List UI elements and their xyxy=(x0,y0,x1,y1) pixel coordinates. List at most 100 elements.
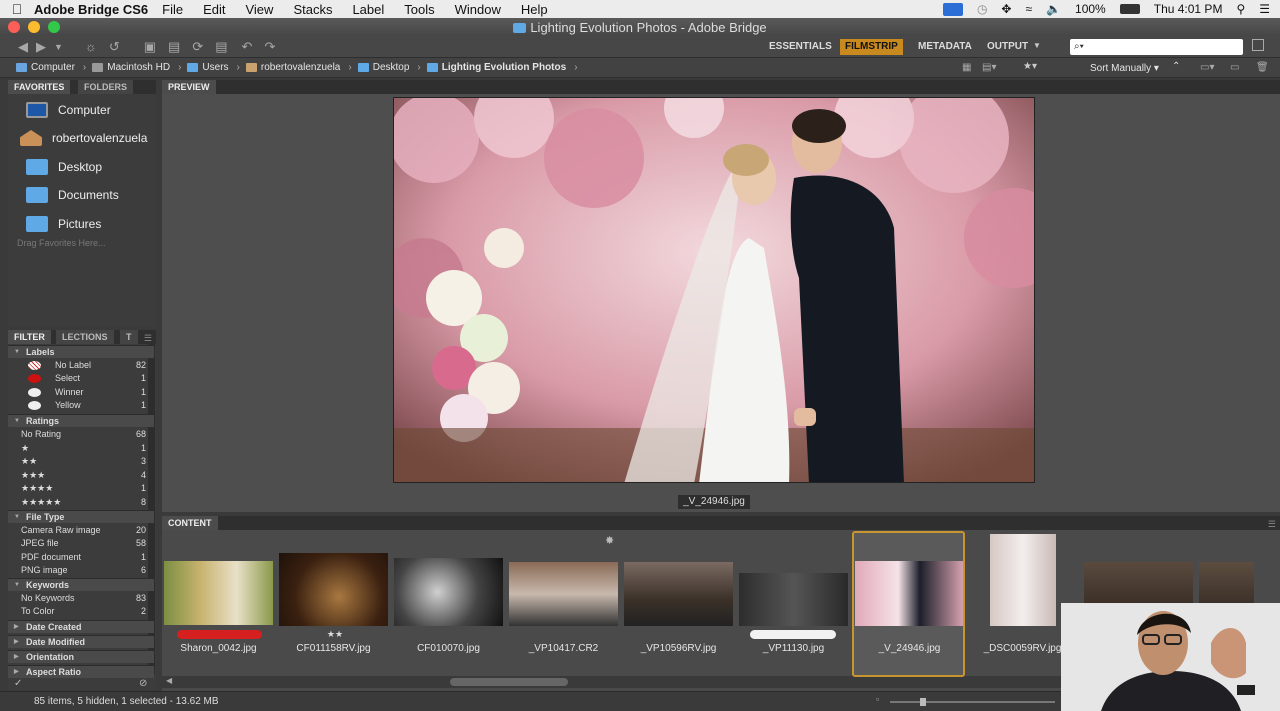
workspace-menu-icon[interactable]: ▼ xyxy=(1033,41,1041,50)
tab-content[interactable]: CONTENT xyxy=(162,516,218,530)
filter-section-date-modified[interactable]: Date Modified xyxy=(8,635,154,648)
menu-edit[interactable]: Edit xyxy=(203,2,225,17)
path-user-home[interactable]: robertovalenzuela › xyxy=(245,62,352,73)
grid-view-icon[interactable]: ▦ xyxy=(962,62,971,73)
filter-section-orientation[interactable]: Orientation xyxy=(8,650,154,663)
menu-label[interactable]: Label xyxy=(352,2,384,17)
camera-download-icon[interactable]: ▣ xyxy=(144,39,156,55)
panel-menu-icon[interactable]: ☰ xyxy=(144,333,152,344)
path-desktop[interactable]: Desktop › xyxy=(357,62,421,73)
recent-files-icon[interactable]: ↺ xyxy=(109,39,120,55)
battery-icon[interactable] xyxy=(1119,4,1140,14)
filter-row[interactable]: No Label 82 xyxy=(8,359,154,372)
menu-view[interactable]: View xyxy=(245,2,273,17)
rotate-right-icon[interactable]: ↷ xyxy=(264,39,275,55)
zoom-out-icon[interactable]: ▫ xyxy=(876,694,879,704)
menu-tools[interactable]: Tools xyxy=(404,2,434,17)
favorite-user-home[interactable]: robertovalenzuela xyxy=(20,128,147,148)
scroll-thumb[interactable] xyxy=(450,678,568,686)
thumbnail-filename[interactable]: _VP10417.CR2 xyxy=(506,643,621,654)
move-icon[interactable]: ✥ xyxy=(1001,2,1011,16)
menu-file[interactable]: File xyxy=(162,2,183,17)
forward-icon[interactable]: ▶ xyxy=(36,39,46,55)
pin-icon[interactable]: ✓ xyxy=(14,678,22,689)
filter-section-ratings[interactable]: Ratings xyxy=(8,414,154,427)
workspace-metadata[interactable]: METADATA xyxy=(913,39,977,55)
compact-mode-icon[interactable] xyxy=(1252,39,1264,51)
output-icon[interactable]: ▤ xyxy=(215,39,227,55)
refine-icon[interactable]: ▤ xyxy=(168,39,180,55)
path-macintosh-hd[interactable]: Macintosh HD › xyxy=(92,62,181,73)
filter-row[interactable]: ★★★ 4 xyxy=(8,469,154,482)
return-to-photoshop-icon[interactable]: ☼ xyxy=(85,39,97,54)
tab-preview[interactable]: PREVIEW xyxy=(162,80,216,94)
thumbnail-image[interactable] xyxy=(279,553,388,626)
filter-row[interactable]: Yellow 1 xyxy=(8,399,154,412)
delete-icon[interactable]: 🗑 xyxy=(1256,62,1269,73)
thumbnail-filename[interactable]: _V_24946.jpg xyxy=(852,643,967,654)
rating-filter-icon[interactable]: ★▾ xyxy=(1023,61,1037,72)
filter-section-file-type[interactable]: File Type xyxy=(8,510,154,523)
preview-image[interactable] xyxy=(393,97,1035,483)
tab-export[interactable]: T xyxy=(120,330,138,344)
wifi-icon[interactable]: ≈ xyxy=(1025,2,1032,16)
filter-row[interactable]: Winner 1 xyxy=(8,386,154,399)
clock[interactable]: Thu 4:01 PM xyxy=(1154,2,1223,16)
menu-app-name[interactable]: Adobe Bridge CS6 xyxy=(34,2,148,17)
filter-row[interactable]: PNG image 6 xyxy=(8,564,154,577)
tab-filter[interactable]: FILTER xyxy=(8,330,51,344)
thumbnail-filename[interactable]: CF011158RV.jpg xyxy=(276,643,391,654)
filter-section-aspect-ratio[interactable]: Aspect Ratio xyxy=(8,665,154,678)
menu-help[interactable]: Help xyxy=(521,2,548,17)
new-folder-icon[interactable]: ▭▾ xyxy=(1200,62,1214,73)
panel-menu-icon[interactable]: ☰ xyxy=(1268,519,1276,530)
rotate-left-icon[interactable]: ↶ xyxy=(242,39,253,55)
apple-icon[interactable]:  xyxy=(0,1,34,17)
thumbnail-image[interactable] xyxy=(164,561,273,625)
tab-collections[interactable]: LECTIONS xyxy=(56,330,114,344)
filter-row[interactable]: No Keywords 83 xyxy=(8,592,154,605)
favorite-computer[interactable]: Computer xyxy=(26,100,111,120)
volume-icon[interactable]: 🔈 xyxy=(1046,2,1061,16)
filter-row[interactable]: No Rating 68 xyxy=(8,428,154,441)
thumbnail-filename[interactable]: Sharon_0042.jpg xyxy=(161,643,276,654)
star-rating[interactable]: ★★ xyxy=(300,629,370,640)
menu-stacks[interactable]: Stacks xyxy=(293,2,332,17)
menu-window[interactable]: Window xyxy=(455,2,501,17)
workspace-filmstrip[interactable]: FILMSTRIP xyxy=(840,39,903,55)
thumbnail-image[interactable] xyxy=(509,562,618,626)
thumbnail-size-slider[interactable] xyxy=(890,698,1055,706)
filter-section-labels[interactable]: Labels xyxy=(8,345,154,358)
workspace-output[interactable]: OUTPUT xyxy=(982,39,1033,55)
filter-row[interactable]: ★★ 3 xyxy=(8,455,154,468)
filter-row[interactable]: Camera Raw image 20 xyxy=(8,524,154,537)
open-recent-icon[interactable]: ▭ xyxy=(1230,62,1239,73)
time-machine-icon[interactable]: ◷ xyxy=(977,2,987,16)
sort-dropdown[interactable]: Sort Manually ▾ xyxy=(1090,63,1159,74)
path-lighting-evolution[interactable]: Lighting Evolution Photos › xyxy=(426,62,578,73)
thumbnail-image[interactable] xyxy=(855,561,963,626)
battery-percent[interactable]: 100% xyxy=(1075,2,1106,16)
search-input[interactable]: ⌕▾ xyxy=(1070,39,1243,55)
spotlight-icon[interactable]: ⚲ xyxy=(1236,2,1245,16)
favorite-documents[interactable]: Documents xyxy=(26,185,119,205)
path-computer[interactable]: Computer › xyxy=(16,62,86,73)
scroll-left-icon[interactable]: ◀ xyxy=(166,676,172,685)
view-options-icon[interactable]: ▤▾ xyxy=(982,62,996,73)
thumbnail-image[interactable] xyxy=(990,534,1056,626)
thumbnail-filename[interactable]: _VP10596RV.jpg xyxy=(621,643,736,654)
thumbnail-filename[interactable]: _VP11130.jpg xyxy=(736,643,851,654)
favorite-desktop[interactable]: Desktop xyxy=(26,157,102,177)
filter-row[interactable]: ★★★★ 1 xyxy=(8,482,154,495)
sort-direction-icon[interactable]: ⌃ xyxy=(1172,61,1180,72)
filter-row[interactable]: To Color 2 xyxy=(8,605,154,618)
filter-row[interactable]: JPEG file 58 xyxy=(8,537,154,550)
notification-center-icon[interactable]: ☰ xyxy=(1259,2,1270,16)
thumbnail-image[interactable] xyxy=(394,558,503,626)
thumbnail-image[interactable] xyxy=(739,573,848,626)
favorite-pictures[interactable]: Pictures xyxy=(26,214,101,234)
tab-folders[interactable]: FOLDERS xyxy=(78,80,134,94)
tab-favorites[interactable]: FAVORITES xyxy=(8,80,71,94)
recent-dropdown-icon[interactable]: ▼ xyxy=(54,42,63,52)
filter-section-date-created[interactable]: Date Created xyxy=(8,620,154,633)
